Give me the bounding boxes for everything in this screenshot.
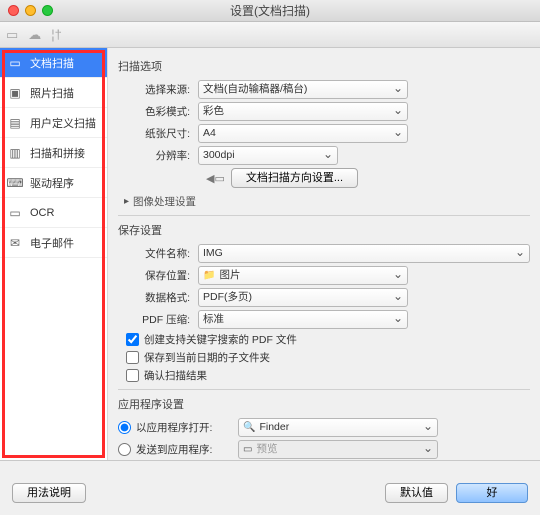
radio-send-app[interactable]: [118, 443, 131, 456]
ocr-icon: ▭: [6, 206, 24, 220]
format-select[interactable]: PDF(多页): [198, 288, 408, 307]
chk-keyword[interactable]: [126, 333, 139, 346]
sidebar-item-photo-scan[interactable]: ▣照片扫描: [0, 78, 107, 108]
custom-scan-icon: ▤: [6, 116, 24, 130]
help-button[interactable]: 用法说明: [12, 483, 86, 503]
chk-confirm[interactable]: [126, 369, 139, 382]
window-controls: [8, 5, 53, 16]
filename-field[interactable]: IMG: [198, 244, 530, 263]
location-label: 保存位置:: [118, 268, 198, 283]
toolbar-settings-icon[interactable]: ¦†: [51, 27, 62, 42]
driver-icon: ⌨: [6, 176, 24, 190]
toolbar: ▭ ☁ ¦†: [0, 22, 540, 48]
pdf-compress-select[interactable]: 标准: [198, 310, 408, 329]
stitch-icon: ▥: [6, 146, 24, 160]
res-select[interactable]: 300dpi: [198, 146, 338, 165]
sidebar-item-ocr[interactable]: ▭OCR: [0, 198, 107, 228]
content-pane: 扫描选项 选择来源:文档(自动输稿器/稿台) 色彩模式:彩色 纸张尺寸:A4 分…: [108, 48, 540, 460]
email-icon: ✉: [6, 236, 24, 250]
radio-open-with[interactable]: [118, 421, 131, 434]
sidebar-item-custom-scan[interactable]: ▤用户定义扫描: [0, 108, 107, 138]
color-select[interactable]: 彩色: [198, 102, 408, 121]
folder-icon: 📁: [203, 267, 215, 284]
app-settings-title: 应用程序设置: [118, 396, 530, 412]
size-label: 纸张尺寸:: [118, 126, 198, 141]
preview-icon: ▭: [243, 441, 252, 458]
divider: [118, 215, 530, 216]
close-icon[interactable]: [8, 5, 19, 16]
titlebar: 设置(文档扫描): [0, 0, 540, 22]
save-settings-title: 保存设置: [118, 222, 530, 238]
divider: [118, 389, 530, 390]
location-select[interactable]: 📁图片: [198, 266, 408, 285]
size-select[interactable]: A4: [198, 124, 408, 143]
chk-confirm-label: 确认扫描结果: [144, 368, 207, 383]
photo-scan-icon: ▣: [6, 86, 24, 100]
res-label: 分辨率:: [118, 148, 198, 163]
defaults-button[interactable]: 默认值: [385, 483, 448, 503]
minimize-icon[interactable]: [25, 5, 36, 16]
toolbar-scan-icon[interactable]: ▭: [6, 27, 18, 43]
maximize-icon[interactable]: [42, 5, 53, 16]
source-select[interactable]: 文档(自动输稿器/稿台): [198, 80, 408, 99]
sidebar-item-scan-stitch[interactable]: ▥扫描和拼接: [0, 138, 107, 168]
open-with-select[interactable]: 🔍Finder: [238, 418, 438, 437]
footer: 用法说明 默认值 好: [0, 460, 540, 515]
sidebar: ▭文档扫描 ▣照片扫描 ▤用户定义扫描 ▥扫描和拼接 ⌨驱动程序 ▭OCR ✉电…: [0, 48, 108, 460]
scan-options-title: 扫描选项: [118, 58, 530, 74]
pdf-compress-label: PDF 压缩:: [118, 312, 198, 327]
format-label: 数据格式:: [118, 290, 198, 305]
sidebar-item-doc-scan[interactable]: ▭文档扫描: [0, 48, 107, 78]
toolbar-cloud-icon[interactable]: ☁: [28, 27, 41, 43]
orientation-button[interactable]: 文档扫描方向设置...: [231, 168, 358, 188]
ok-button[interactable]: 好: [456, 483, 528, 503]
window-title: 设置(文档扫描): [230, 4, 310, 18]
chk-subfolder-label: 保存到当前日期的子文件夹: [144, 350, 270, 365]
source-label: 选择来源:: [118, 82, 198, 97]
color-label: 色彩模式:: [118, 104, 198, 119]
filename-label: 文件名称:: [118, 246, 198, 261]
doc-scan-icon: ▭: [6, 56, 24, 70]
chk-subfolder[interactable]: [126, 351, 139, 364]
sidebar-item-driver[interactable]: ⌨驱动程序: [0, 168, 107, 198]
chk-keyword-label: 创建支持关键字搜索的 PDF 文件: [144, 332, 297, 347]
sidebar-item-email[interactable]: ✉电子邮件: [0, 228, 107, 258]
finder-icon: 🔍: [243, 419, 255, 436]
orient-left-icon: ◀▭: [206, 172, 225, 185]
image-processing-disclosure[interactable]: 图像处理设置: [124, 194, 530, 209]
send-app-select[interactable]: ▭预览: [238, 440, 438, 459]
